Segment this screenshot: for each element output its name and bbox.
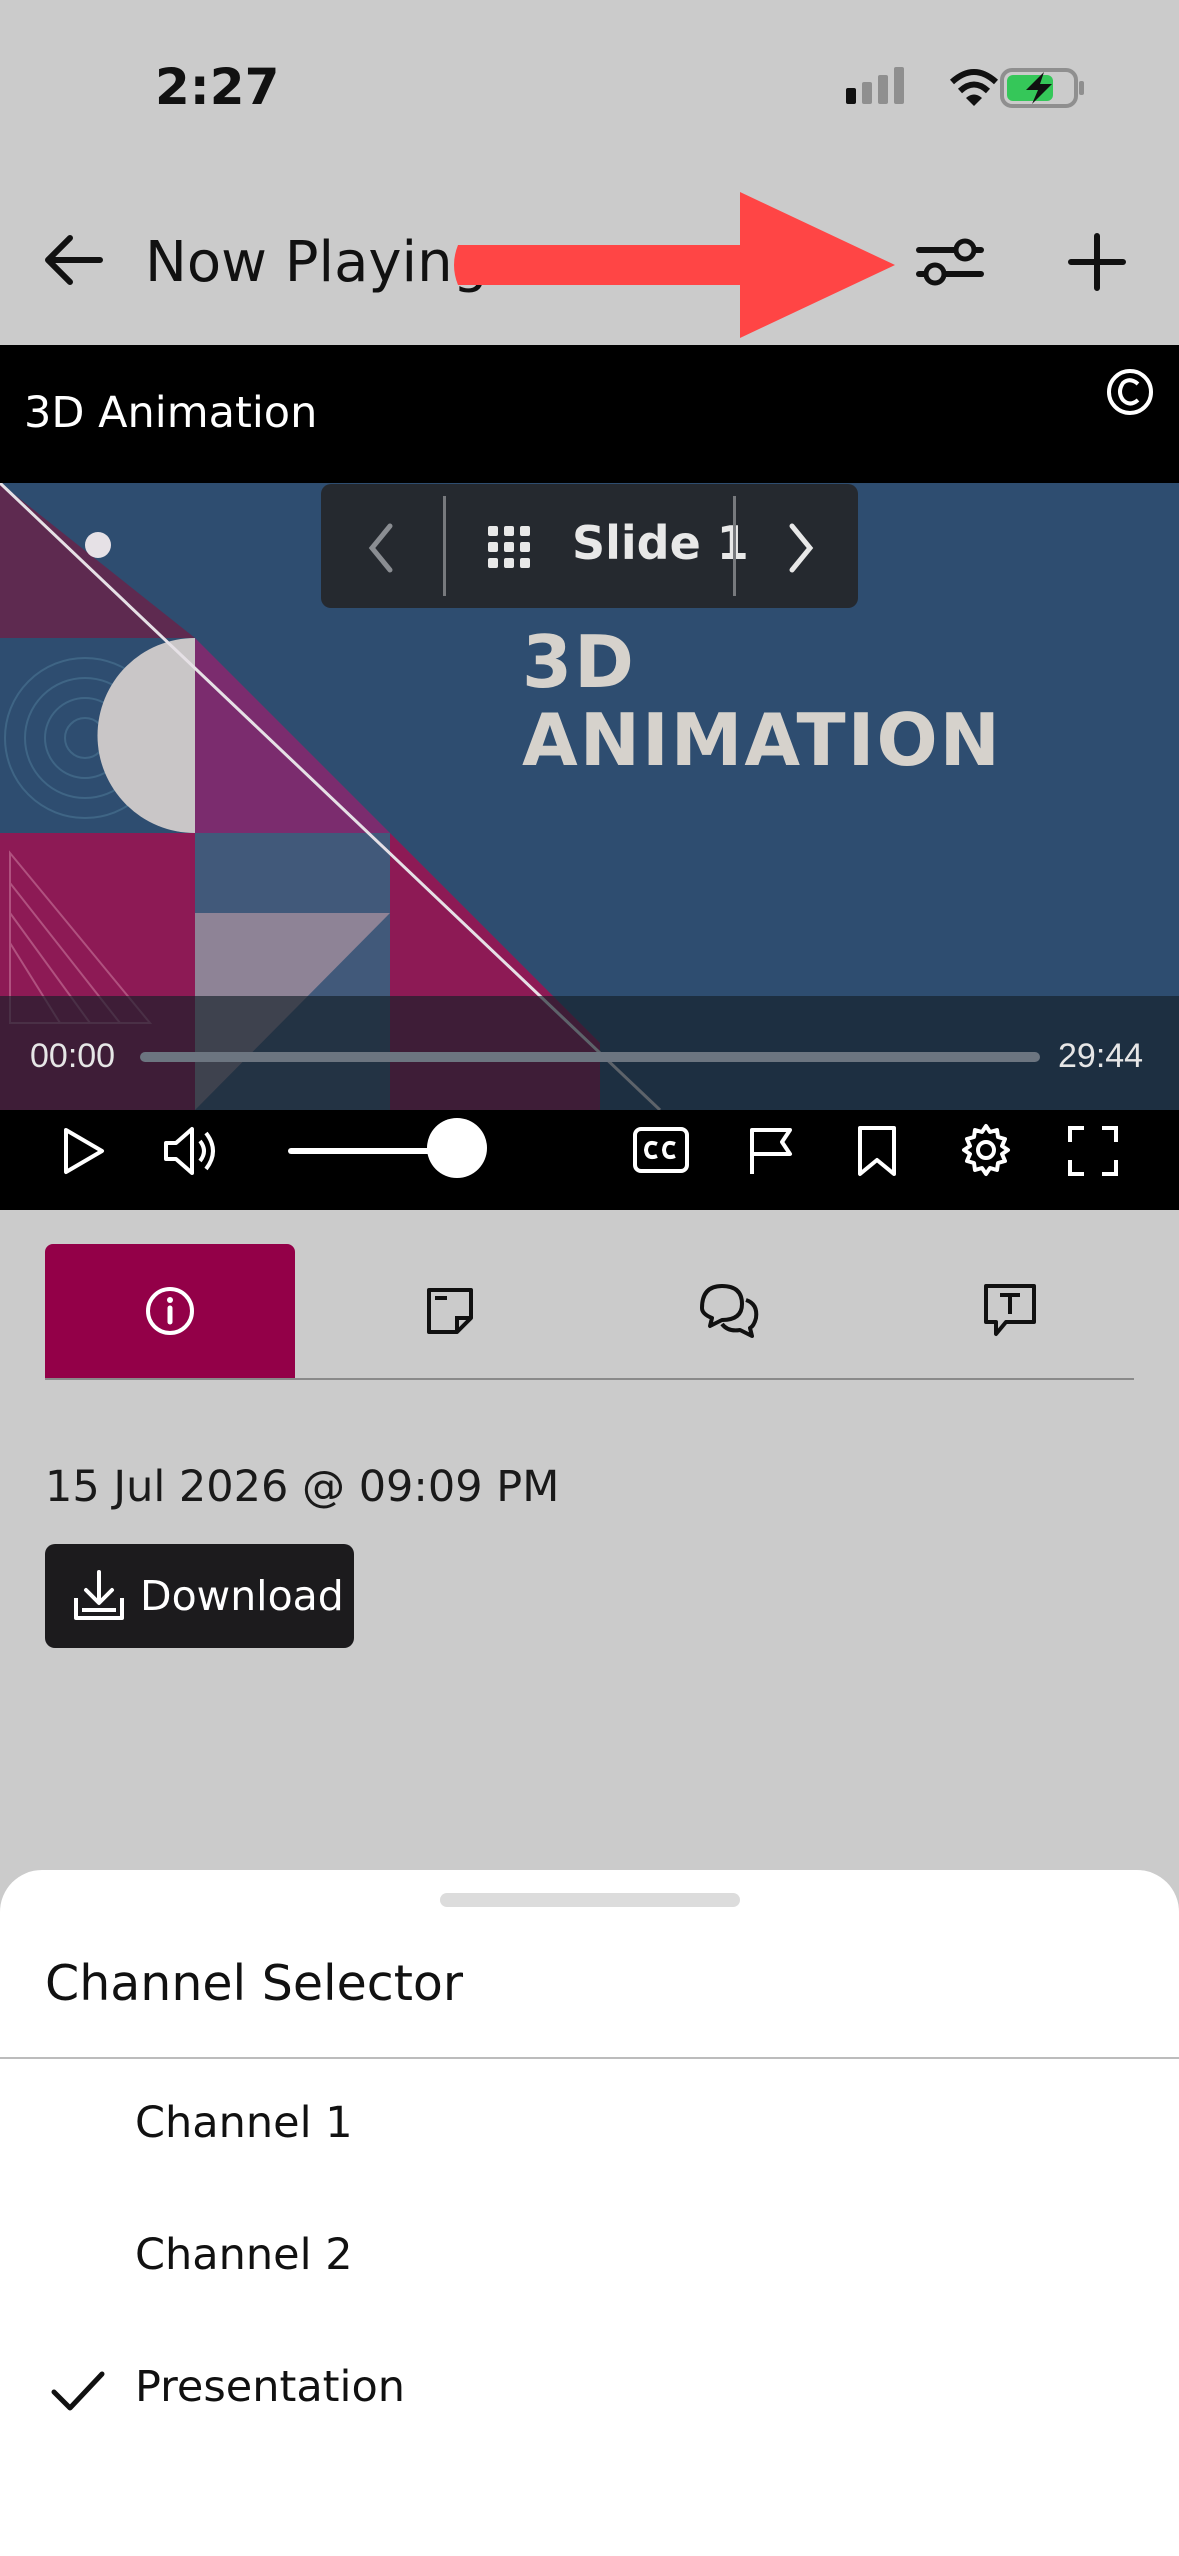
copyright-icon[interactable] (1105, 367, 1155, 417)
current-time: 00:00 (30, 1037, 116, 1075)
channel-option-presentation[interactable]: Presentation (135, 2362, 405, 2412)
bookmark-icon[interactable] (854, 1124, 900, 1178)
sheet-title: Channel Selector (45, 1955, 464, 2012)
slide-label[interactable]: Slide 1 (572, 516, 749, 570)
battery-charging-icon (1000, 68, 1084, 108)
notes-icon[interactable] (423, 1284, 477, 1338)
page-title: Now Playing (145, 230, 489, 295)
total-duration: 29:44 (1058, 1037, 1144, 1075)
fullscreen-icon[interactable] (1066, 1124, 1120, 1178)
grid-icon[interactable] (486, 524, 532, 570)
sheet-grabber[interactable] (440, 1893, 740, 1907)
tabs-underline (45, 1378, 1134, 1380)
previous-slide-icon[interactable] (360, 518, 404, 578)
next-slide-icon[interactable] (778, 518, 822, 578)
back-arrow-icon[interactable] (40, 230, 112, 290)
flag-icon[interactable] (744, 1124, 798, 1178)
wifi-icon (949, 69, 999, 106)
slide-heading-line2: ANIMATION (522, 698, 1002, 782)
closed-captions-icon[interactable] (632, 1126, 690, 1174)
info-icon[interactable] (143, 1284, 197, 1338)
channel-settings-icon[interactable] (915, 232, 987, 292)
volume-icon[interactable] (162, 1125, 222, 1177)
cellular-signal-icon (846, 67, 904, 104)
channel-option-2[interactable]: Channel 2 (135, 2230, 353, 2280)
status-time: 2:27 (155, 58, 280, 116)
status-icons (846, 67, 1084, 108)
volume-slider-handle[interactable] (427, 1118, 487, 1178)
channel-option-1[interactable]: Channel 1 (135, 2098, 353, 2148)
play-icon[interactable] (58, 1125, 108, 1177)
settings-gear-icon[interactable] (958, 1122, 1014, 1178)
slide-heading-line1: 3D (522, 620, 636, 704)
video-title: 3D Animation (24, 388, 318, 438)
checkmark-icon (51, 2371, 105, 2411)
divider (443, 496, 446, 596)
add-icon[interactable] (1065, 230, 1129, 294)
captions-text-icon[interactable] (982, 1282, 1038, 1340)
download-icon[interactable] (72, 1568, 126, 1624)
annotation-arrow (454, 192, 895, 338)
slide-heading: 3D ANIMATION (522, 623, 1002, 779)
divider (0, 2057, 1179, 2059)
discussion-icon[interactable] (696, 1280, 762, 1340)
recording-date: 15 Jul 2026 @ 09:09 PM (45, 1462, 560, 1512)
seek-bar[interactable] (140, 1052, 1040, 1062)
divider (733, 496, 736, 596)
download-label[interactable]: Download (140, 1572, 344, 1620)
